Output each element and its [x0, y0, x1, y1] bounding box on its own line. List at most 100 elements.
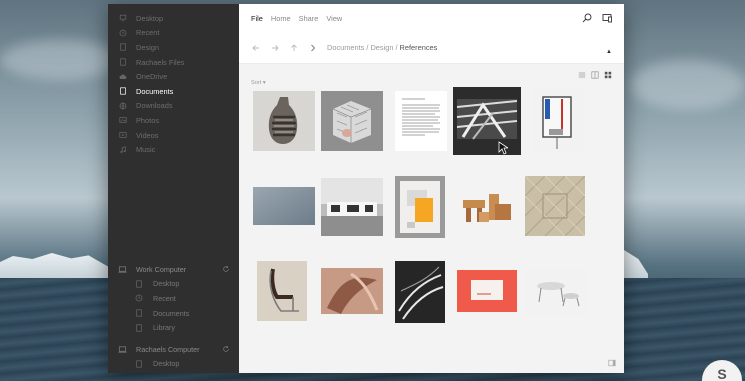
video-icon — [118, 131, 127, 140]
thumbnail-black-white-architecture[interactable] — [453, 87, 521, 155]
thumbnail-gallery-wall-art[interactable] — [531, 89, 583, 153]
sidebar-item-documents[interactable]: Documents — [108, 84, 239, 99]
back-arrow-icon[interactable] — [251, 43, 261, 53]
mouse-cursor-icon — [498, 141, 508, 155]
sort-dropdown[interactable]: Sort ▾ — [251, 80, 266, 86]
view-icons — [578, 71, 612, 79]
document-icon — [135, 309, 143, 317]
computer-item-library[interactable]: Library — [108, 320, 239, 335]
thumbnail-tubular-chair[interactable] — [257, 261, 307, 321]
thumbnail-striped-vase[interactable] — [253, 91, 315, 151]
music-icon — [118, 145, 127, 154]
thumbnail-text-document-page[interactable] — [395, 91, 447, 151]
breadcrumb-separator: / — [395, 43, 398, 52]
view-toolbar: Sort ▾ — [251, 71, 612, 86]
sidebar-list: Desktop Recent Design Rachaels Files OneDriv… — [108, 4, 239, 157]
sidebar-item-label: Documents — [136, 86, 174, 96]
clock-icon — [118, 28, 127, 37]
computer-item-label: Documents — [153, 308, 190, 318]
menu-share[interactable]: Share — [299, 14, 319, 23]
document-icon — [118, 87, 127, 96]
computer-group-work: Work Computer Desktop Recent Documents L… — [108, 262, 239, 335]
document-icon — [135, 324, 143, 332]
computer-header-rachaels[interactable]: Rachaels Computer — [108, 342, 239, 357]
menu-home[interactable]: Home — [271, 14, 291, 23]
path-bar: Documents / Design / References — [239, 32, 624, 64]
thumbnail-orange-grey-poster[interactable] — [395, 176, 445, 238]
computer-group-rachaels: Rachaels Computer Desktop — [108, 342, 239, 371]
sidebar-item-recent[interactable]: Recent — [108, 26, 239, 41]
background-iceberg — [0, 253, 108, 280]
sidebar-item-photos[interactable]: Photos — [108, 113, 239, 128]
sidebar-item-music[interactable]: Music — [108, 142, 239, 157]
thumbnail-white-tables[interactable] — [525, 268, 587, 314]
sidebar: Desktop Recent Design Rachaels Files OneDriv… — [108, 4, 239, 373]
sidebar-item-label: OneDrive — [136, 72, 168, 82]
file-explorer-window: Desktop Recent Design Rachaels Files OneDriv… — [108, 4, 624, 373]
sync-icon[interactable] — [222, 265, 230, 273]
computer-name: Work Computer — [136, 264, 187, 274]
computer-item-label: Desktop — [153, 279, 180, 289]
sidebar-item-videos[interactable]: Videos — [108, 128, 239, 143]
chevron-right-icon[interactable] — [308, 43, 318, 53]
thumbnail-modern-house-photo[interactable] — [321, 178, 383, 236]
sidebar-item-label: Videos — [136, 130, 159, 140]
computer-item-label: Library — [153, 323, 175, 333]
computer-item-desktop[interactable]: Desktop — [108, 357, 239, 372]
sidebar-item-downloads[interactable]: Downloads — [108, 99, 239, 114]
clock-icon — [135, 294, 143, 302]
computer-item-recent[interactable]: Recent — [108, 291, 239, 306]
sidebar-item-label: Music — [136, 145, 156, 155]
thumbnail-beige-pattern-quilt[interactable] — [525, 176, 585, 236]
sidebar-item-label: Design — [136, 42, 160, 52]
breadcrumb-separator: / — [366, 43, 369, 52]
sidebar-item-design[interactable]: Design — [108, 40, 239, 55]
up-arrow-icon[interactable] — [289, 43, 299, 53]
menu-file[interactable]: File — [251, 14, 263, 23]
main-content: File Home Share View Documents / Design … — [239, 4, 624, 373]
thumbnail-white-lattice-cube[interactable] — [321, 91, 383, 151]
document-icon — [118, 58, 127, 67]
sidebar-item-label: Recent — [136, 28, 160, 38]
breadcrumb-references[interactable]: References — [400, 43, 438, 52]
thumbnail-blue-grey-texture[interactable] — [253, 187, 315, 225]
list-view-icon[interactable] — [578, 71, 586, 79]
breadcrumb-design[interactable]: Design — [370, 43, 393, 52]
document-icon — [135, 280, 143, 288]
sidebar-item-desktop[interactable]: Desktop — [108, 11, 239, 26]
collapse-triangle-icon[interactable]: ▲ — [606, 49, 612, 55]
detail-view-icon[interactable] — [591, 71, 599, 79]
background-iceberg — [624, 250, 648, 280]
thumbnail-abstract-copper-sculpture[interactable] — [321, 268, 383, 314]
cloud-icon — [118, 72, 127, 81]
sync-icon[interactable] — [222, 345, 230, 353]
laptop-icon — [118, 265, 127, 274]
document-icon — [118, 43, 127, 52]
sidebar-item-label: Photos — [136, 115, 160, 125]
panel-toggle-icon[interactable] — [608, 359, 616, 367]
thumbnail-red-business-card[interactable] — [457, 270, 517, 312]
computer-name: Rachaels Computer — [136, 344, 200, 354]
sidebar-item-label: Rachaels Files — [136, 57, 185, 67]
monitor-icon — [118, 14, 127, 23]
thumbnail-light-streaks-photo[interactable] — [395, 261, 445, 323]
sidebar-item-label: Downloads — [136, 101, 173, 111]
grid-view-icon[interactable] — [604, 71, 612, 79]
image-icon — [118, 116, 127, 125]
top-icons — [582, 13, 612, 23]
search-icon[interactable] — [582, 13, 592, 23]
computer-item-label: Recent — [153, 293, 176, 303]
menu-bar: File Home Share View — [239, 4, 624, 32]
computer-header-work[interactable]: Work Computer — [108, 262, 239, 277]
sidebar-item-rachaels-files[interactable]: Rachaels Files — [108, 55, 239, 70]
background-cloud — [630, 60, 745, 110]
computer-item-documents[interactable]: Documents — [108, 306, 239, 321]
sidebar-item-onedrive[interactable]: OneDrive — [108, 69, 239, 84]
menu-view[interactable]: View — [326, 14, 342, 23]
document-icon — [135, 360, 143, 368]
thumbnail-wooden-furniture[interactable] — [455, 182, 517, 232]
breadcrumb-documents[interactable]: Documents — [327, 43, 364, 52]
computer-item-desktop[interactable]: Desktop — [108, 277, 239, 292]
forward-arrow-icon[interactable] — [270, 43, 280, 53]
device-icon[interactable] — [602, 13, 612, 23]
